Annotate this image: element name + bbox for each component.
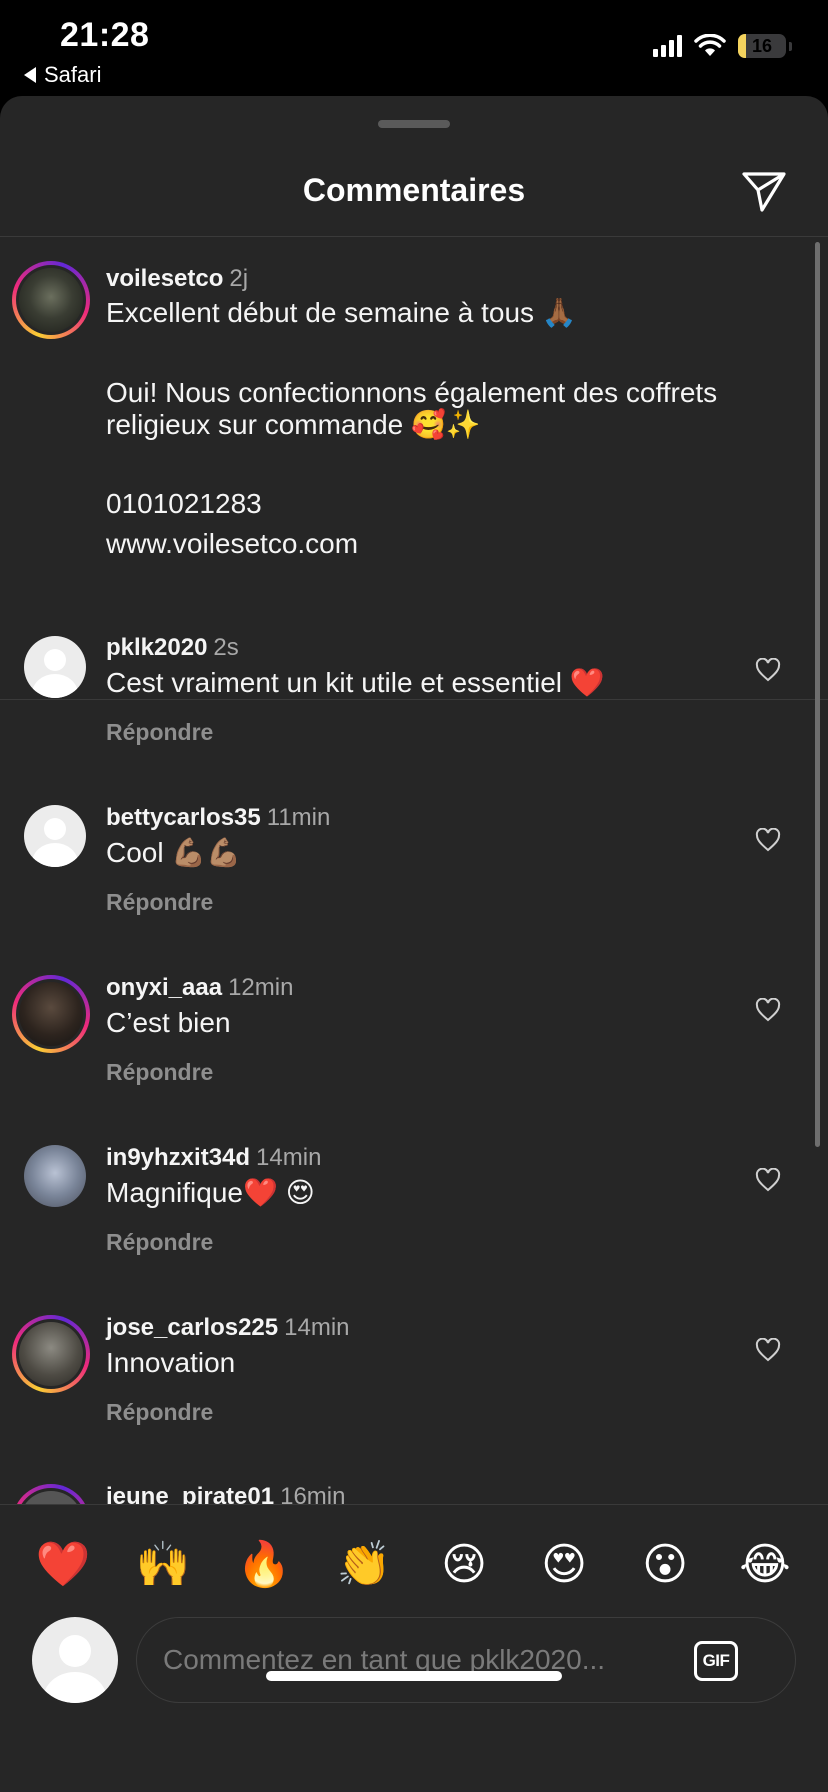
reaction-crying[interactable]: 😢 [434, 1539, 494, 1591]
status-icons: 16 [653, 34, 792, 58]
profile-photo [19, 1322, 83, 1386]
reaction-heart[interactable]: ❤️ [33, 1539, 93, 1591]
comment-text: C’est bien [106, 1007, 231, 1038]
reaction-surprised[interactable]: 😮 [635, 1539, 695, 1591]
back-arrow-icon [24, 67, 36, 83]
comments-sheet: Commentaires voilesetco 2j Excellent débu… [0, 96, 828, 1792]
comment-text: Cool 💪🏽💪🏽 [106, 837, 242, 868]
comment-username[interactable]: pklk2020 [106, 634, 207, 661]
caption-line: Oui! Nous confectionnons également des c… [106, 377, 718, 408]
caption-avatar[interactable] [12, 261, 90, 339]
quick-reactions: ❤️ 🙌 🔥 👏 😢 😍 😮 😂 [0, 1529, 828, 1599]
status-bar: 21:28 Safari 16 [0, 0, 828, 96]
gif-button[interactable]: GIF [694, 1641, 738, 1681]
reply-button[interactable]: Répondre [106, 1399, 213, 1426]
caption-line: Excellent début de semaine à tous 🙏🏾 [106, 297, 577, 328]
comment-username[interactable]: onyxi_aaa [106, 974, 222, 1001]
battery-icon: 16 [738, 34, 786, 58]
sheet-title: Commentaires [302, 172, 526, 208]
sheet-grabber[interactable] [378, 120, 450, 128]
default-avatar-icon[interactable] [24, 805, 86, 867]
reply-button[interactable]: Répondre [106, 889, 213, 916]
post-caption: voilesetco 2j Excellent début de semaine … [0, 237, 828, 699]
heart-icon[interactable] [755, 998, 781, 1022]
wifi-icon [694, 34, 726, 56]
paper-plane-icon[interactable] [740, 170, 788, 214]
caption-time: 2j [229, 265, 249, 292]
heart-icon[interactable] [755, 828, 781, 852]
comment-time: 14min [284, 1314, 350, 1341]
comment-username[interactable]: bettycarlos35 [106, 804, 261, 831]
home-indicator[interactable] [266, 1671, 562, 1681]
reaction-heart-eyes[interactable]: 😍 [534, 1539, 594, 1591]
brand-logo-image [19, 268, 83, 332]
reaction-clap[interactable]: 👏 [334, 1539, 394, 1591]
caption-line: religieux sur commande 🥰✨ [106, 409, 481, 440]
battery-level: 16 [751, 35, 773, 56]
back-app-label: Safari [44, 62, 102, 87]
comment-username[interactable]: jose_carlos225 [106, 1314, 278, 1341]
comment-text: Cest vraiment un kit utile et essentiel … [106, 667, 605, 698]
scrollbar[interactable] [815, 242, 820, 1147]
comment-username[interactable]: in9yhzxit34d [106, 1144, 250, 1171]
comment-text: Magnifique❤️ 😍 [106, 1177, 315, 1208]
comment-time: 11min [266, 804, 331, 831]
reply-button[interactable]: Répondre [106, 1229, 213, 1256]
default-avatar-icon[interactable] [24, 636, 86, 698]
reply-button[interactable]: Répondre [106, 1059, 213, 1086]
caption-website-link[interactable]: www.voilesetco.com [106, 527, 358, 561]
comment-time: 14min [256, 1144, 322, 1171]
reaction-fire[interactable]: 🔥 [234, 1539, 294, 1591]
my-avatar [32, 1617, 118, 1703]
profile-photo[interactable] [24, 1145, 86, 1207]
caption-phone: 0101021283 [106, 488, 262, 519]
reaction-laughing[interactable]: 😂 [735, 1539, 795, 1591]
comment-text: Innovation [106, 1347, 236, 1378]
caption-username[interactable]: voilesetco [106, 265, 223, 292]
profile-photo [19, 982, 83, 1046]
reply-button[interactable]: Répondre [106, 719, 213, 746]
cellular-signal-icon [653, 35, 682, 57]
comment-composer: ❤️ 🙌 🔥 👏 😢 😍 😮 😂 GIF [0, 1504, 828, 1792]
status-time: 21:28 [60, 16, 150, 54]
heart-icon[interactable] [755, 1338, 781, 1362]
comment-time: 12min [228, 974, 294, 1001]
back-to-safari-button[interactable]: Safari [24, 62, 101, 88]
story-avatar[interactable] [12, 1315, 90, 1393]
comment-time: 2s [213, 634, 239, 661]
reaction-raised-hands[interactable]: 🙌 [133, 1539, 193, 1591]
story-avatar[interactable] [12, 975, 90, 1053]
heart-icon[interactable] [755, 658, 781, 682]
heart-icon[interactable] [755, 1168, 781, 1192]
